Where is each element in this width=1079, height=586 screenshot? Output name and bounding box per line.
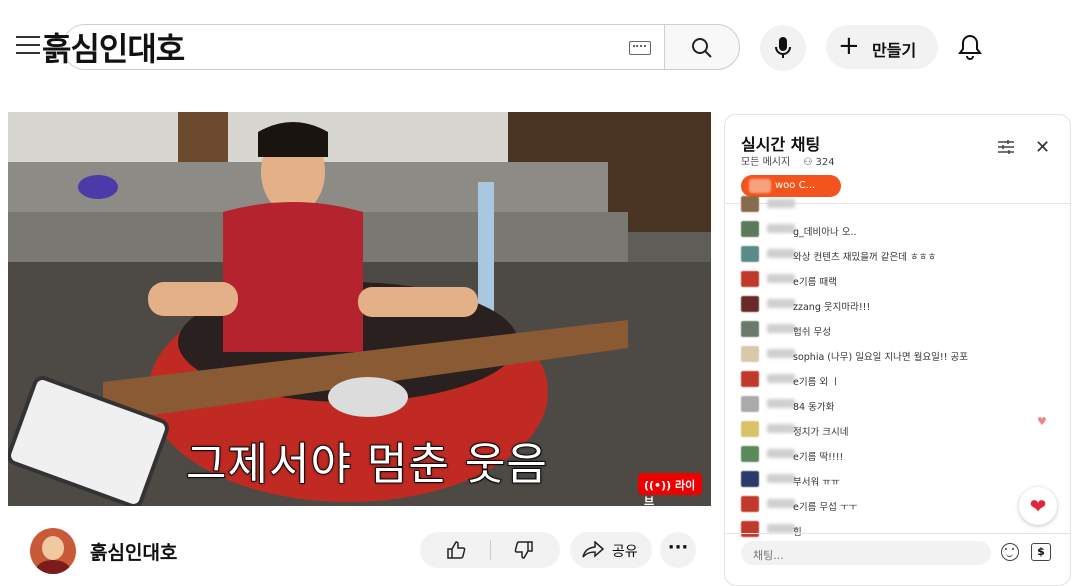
search-input[interactable]	[159, 35, 599, 61]
channel-row: 흙심인대호 공유 ···	[0, 520, 715, 580]
chat-message[interactable]: g_데비아나 오..	[741, 220, 1061, 240]
chat-author-blurred	[767, 474, 795, 483]
chat-message-text: 와상 컨텐츠 재밌을꺼 같은데 ㅎㅎㅎ	[793, 252, 937, 263]
share-label: 공유	[612, 544, 638, 560]
chat-message[interactable]: 와상 컨텐츠 재밌을꺼 같은데 ㅎㅎㅎ	[741, 245, 1061, 265]
voice-search-button[interactable]	[760, 25, 806, 71]
chat-author-blurred	[767, 274, 795, 283]
chat-author-blurred	[767, 199, 795, 208]
live-chat-panel: 실시간 채팅 모든 메시지 ⚇ 324 ✕ woo C... g_데비아나 오.…	[724, 114, 1071, 586]
chat-message[interactable]: 정지가 크시네	[741, 420, 1061, 440]
notifications-bell-icon[interactable]	[958, 34, 982, 60]
chat-message[interactable]	[741, 195, 1061, 215]
chat-settings-icon[interactable]	[997, 139, 1015, 155]
chat-author-blurred	[767, 524, 795, 533]
chat-author-blurred	[767, 424, 795, 433]
chat-author-blurred	[767, 324, 795, 333]
chat-avatar	[741, 371, 759, 387]
chat-message-text: zzang 웃지마라!!!	[793, 302, 871, 313]
chat-message[interactable]: e기름 때랙	[741, 270, 1061, 290]
emoji-icon[interactable]	[1001, 543, 1019, 561]
menu-icon[interactable]	[16, 36, 40, 56]
video-subtitle: 그제서야 멈춘 웃음	[185, 438, 548, 491]
heart-reaction-icon: ♥	[1037, 415, 1047, 428]
live-badge[interactable]: ((•)) 라이브	[638, 473, 702, 506]
pinned-message[interactable]: woo C...	[741, 175, 841, 197]
channel-logo[interactable]: 흙심인대호	[42, 24, 185, 70]
chat-author-blurred	[767, 349, 795, 358]
keyboard-icon[interactable]	[629, 41, 651, 55]
chat-avatar	[741, 496, 759, 512]
chat-message-text: 정지가 크시네	[793, 427, 849, 438]
chat-message-text: e기름 무섭 ㅜㅜ	[793, 502, 858, 513]
chat-message-text: 험쉬 무성	[793, 327, 831, 338]
chat-message[interactable]: zzang 웃지마라!!!	[741, 295, 1061, 315]
viewer-count: 324	[815, 157, 835, 168]
chat-filter-label: 모든 메시지	[741, 157, 791, 168]
chat-avatar	[741, 396, 759, 412]
chat-message[interactable]: e기름 외 ㅣ	[741, 370, 1061, 390]
chat-author-blurred	[767, 499, 795, 508]
top-bar: 흙심인대호 + 만들기	[0, 0, 1079, 96]
chat-message-text: sophia (나무) 일요일 지나면 월요일!! 공포	[793, 352, 969, 363]
plus-icon: +	[838, 31, 860, 61]
chat-avatar	[741, 221, 759, 237]
chat-message[interactable]: 험쉬 무성	[741, 320, 1061, 340]
create-button[interactable]: + 만들기	[826, 25, 938, 69]
chat-message[interactable]: 부서워 ㅠㅠ	[741, 470, 1061, 490]
chat-avatar	[741, 271, 759, 287]
dislike-icon[interactable]	[514, 540, 534, 560]
chat-avatar	[741, 246, 759, 262]
chat-input[interactable]	[741, 541, 991, 565]
chat-message[interactable]: sophia (나무) 일요일 지나면 월요일!! 공포	[741, 345, 1061, 365]
microphone-icon	[775, 37, 791, 58]
chat-message-text: e기름 딱!!!!	[793, 452, 844, 463]
chat-message[interactable]: 84 동가화	[741, 395, 1061, 415]
chat-author-blurred	[767, 374, 795, 383]
chat-message-text: e기름 외 ㅣ	[793, 377, 840, 388]
more-actions-button[interactable]: ···	[660, 532, 696, 568]
like-icon[interactable]	[446, 540, 466, 560]
chat-author-blurred	[767, 399, 795, 408]
channel-name[interactable]: 흙심인대호	[90, 538, 177, 565]
chat-message-text: g_데비아나 오..	[793, 227, 857, 238]
search-icon	[692, 38, 712, 58]
chat-message[interactable]: e기름 딱!!!!	[741, 445, 1061, 465]
chat-avatar	[741, 521, 759, 537]
chat-message-text: 힘	[793, 524, 802, 538]
chat-avatar	[741, 196, 759, 212]
chat-author-blurred	[767, 249, 795, 258]
chat-author-blurred	[767, 299, 795, 308]
chat-avatar	[741, 471, 759, 487]
viewer-count-icon: ⚇	[803, 157, 813, 168]
like-divider	[490, 540, 491, 560]
chat-message[interactable]: e기름 무섭 ㅜㅜ	[741, 495, 1061, 515]
chat-avatar	[741, 346, 759, 362]
video-player[interactable]: 그제서야 멈춘 웃음 ((•)) 라이브	[8, 112, 711, 506]
chat-author-blurred	[767, 449, 795, 458]
chat-avatar	[741, 321, 759, 337]
chat-filter[interactable]: 모든 메시지 ⚇ 324	[741, 153, 835, 168]
chat-title: 실시간 채팅	[741, 135, 821, 154]
chat-avatar	[741, 296, 759, 312]
chat-input-divider	[725, 533, 1070, 534]
close-icon[interactable]: ✕	[1035, 137, 1050, 158]
chat-avatar	[741, 446, 759, 462]
heart-reaction-button[interactable]: ❤	[1019, 487, 1057, 525]
chat-message-text: e기름 때랙	[793, 277, 837, 288]
super-chat-icon[interactable]: $	[1031, 543, 1051, 561]
share-button[interactable]: 공유	[570, 532, 652, 568]
chat-message-text: 부서워 ㅠㅠ	[793, 477, 840, 488]
create-label: 만들기	[872, 41, 917, 60]
chat-message-text: 84 동가화	[793, 402, 835, 413]
share-icon	[582, 541, 604, 558]
chat-avatar	[741, 421, 759, 437]
search-button[interactable]	[664, 24, 740, 70]
chat-author-blurred	[767, 224, 795, 233]
chat-message[interactable]: 힘	[741, 520, 1061, 540]
like-dislike-group	[420, 532, 560, 568]
channel-avatar[interactable]	[30, 528, 76, 574]
